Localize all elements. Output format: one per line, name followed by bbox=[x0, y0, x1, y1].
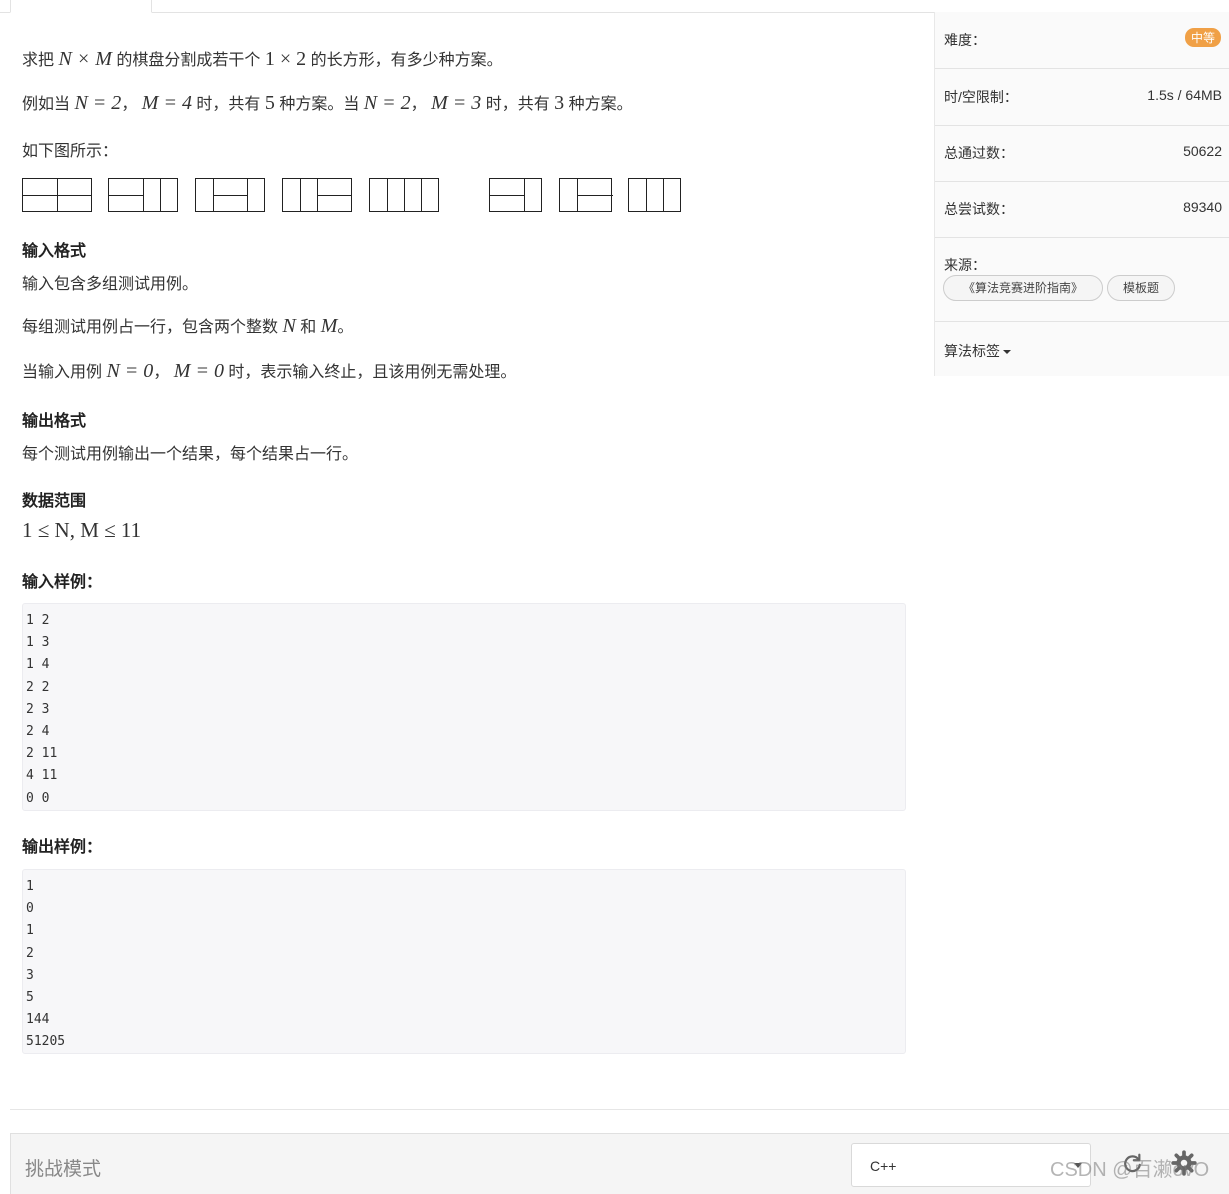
challenge-mode-toggle[interactable]: 挑战模式 bbox=[25, 1154, 101, 1181]
input-text: ， bbox=[153, 364, 170, 381]
math-inline: M = 4 bbox=[141, 92, 192, 114]
math-inline: N = 2 bbox=[363, 92, 411, 114]
figure-caption: 如下图所示： bbox=[22, 143, 119, 160]
input-text: 时，表示输入终止，且该用例无需处理。 bbox=[228, 364, 517, 381]
example-text: 种方案。当 bbox=[279, 96, 360, 113]
output-format-line: 每个测试用例输出一个结果，每个结果占一行。 bbox=[22, 446, 359, 463]
passed-label: 总通过数： bbox=[944, 145, 1014, 161]
math-inline: 5 bbox=[264, 92, 275, 114]
divider bbox=[10, 1109, 1229, 1110]
input-format-heading: 输入格式 bbox=[22, 243, 87, 260]
intro-text: 的长方形，有多少种方案。 bbox=[310, 52, 503, 69]
output-format-heading: 输出格式 bbox=[22, 413, 87, 430]
tried-row: 总尝试数： 89340 bbox=[935, 181, 1229, 238]
caret-down-icon bbox=[1003, 350, 1011, 355]
limit-value: 1.5s / 64MB bbox=[1147, 87, 1222, 103]
input-text: 。 bbox=[337, 319, 354, 336]
difficulty-badge: 中等 bbox=[1184, 28, 1221, 47]
source-tag[interactable]: 模板题 bbox=[1107, 275, 1175, 301]
intro-text: 的棋盘分割成若干个 bbox=[116, 52, 261, 69]
tiling-diagram bbox=[489, 178, 542, 212]
tiling-diagram bbox=[559, 178, 613, 212]
input-text: 每组测试用例占一行，包含两个整数 bbox=[22, 319, 279, 336]
passed-count: 50622 bbox=[1183, 143, 1222, 159]
math-inline: M = 3 bbox=[431, 92, 482, 114]
tab-strip bbox=[0, 0, 934, 13]
sample-input-block[interactable]: 1 2 1 3 1 4 2 2 2 3 2 4 2 11 4 11 0 0 bbox=[22, 603, 906, 811]
math-inline: N bbox=[282, 315, 296, 337]
code-line: 1 3 bbox=[26, 635, 50, 651]
example-text: ， bbox=[410, 96, 427, 113]
problem-info-sidebar: 难度： 中等 时/空限制： 1.5s / 64MB 总通过数： 50622 总尝… bbox=[934, 12, 1229, 376]
example-text: 例如当 bbox=[22, 96, 71, 113]
passed-row: 总通过数： 50622 bbox=[935, 125, 1229, 182]
algorithm-tags-toggle[interactable]: 算法标签 bbox=[944, 341, 1011, 361]
input-format-line: 当输入用例 N = 0， M = 0 时，表示输入终止，且该用例无需处理。 bbox=[22, 358, 516, 383]
tiling-diagram bbox=[628, 178, 681, 212]
math-n-times-m: N × M bbox=[58, 48, 112, 70]
problem-intro: 求把 N × M 的棋盘分割成若干个 1 × 2 的长方形，有多少种方案。 bbox=[22, 46, 503, 71]
code-line: 2 4 bbox=[26, 723, 50, 739]
difficulty-label: 难度： bbox=[944, 32, 986, 48]
tiling-diagram bbox=[22, 178, 92, 212]
code-line: 2 3 bbox=[26, 701, 50, 717]
code-line: 1 2 bbox=[26, 613, 50, 628]
tiling-diagram bbox=[108, 178, 178, 212]
limit-label: 时/空限制： bbox=[944, 89, 1018, 105]
code-line: 1 bbox=[26, 923, 34, 939]
code-line: 0 bbox=[26, 901, 34, 917]
example-text: 时，共有 bbox=[485, 96, 550, 113]
code-line: 5 bbox=[26, 989, 34, 1005]
language-value: C++ bbox=[870, 1158, 897, 1174]
code-line: 0 0 bbox=[26, 790, 50, 806]
code-line: 1 bbox=[26, 879, 34, 894]
tiling-diagram bbox=[282, 178, 352, 212]
input-format-line: 输入包含多组测试用例。 bbox=[22, 276, 199, 293]
difficulty-row: 难度： 中等 bbox=[935, 12, 1229, 69]
sample-output-block[interactable]: 1 0 1 2 3 5 144 51205 bbox=[22, 869, 906, 1054]
sample-output-heading: 输出样例： bbox=[22, 839, 103, 856]
input-format-line: 每组测试用例占一行，包含两个整数 N 和 M。 bbox=[22, 313, 353, 338]
limit-row: 时/空限制： 1.5s / 64MB bbox=[935, 69, 1229, 126]
example-text: ， bbox=[121, 96, 138, 113]
tab-description[interactable] bbox=[10, 0, 152, 13]
input-text: 和 bbox=[300, 319, 317, 336]
code-line: 51205 bbox=[26, 1034, 66, 1050]
problem-example: 例如当 N = 2， M = 4 时，共有 5 种方案。当 N = 2， M =… bbox=[22, 90, 633, 115]
math-inline: M = 0 bbox=[173, 360, 224, 382]
code-line: 1 4 bbox=[26, 657, 50, 673]
math-inline: 3 bbox=[554, 92, 565, 114]
source-tag[interactable]: 《算法竞赛进阶指南》 bbox=[943, 275, 1103, 301]
code-line: 3 bbox=[26, 967, 34, 983]
math-inline: M bbox=[320, 315, 338, 337]
sample-input-heading: 输入样例： bbox=[22, 574, 103, 591]
math-inline: N = 2 bbox=[74, 92, 122, 114]
code-line: 2 2 bbox=[26, 679, 50, 695]
code-line: 2 11 bbox=[26, 746, 58, 762]
math-inline: N = 0 bbox=[106, 360, 154, 382]
algorithm-tags-label: 算法标签 bbox=[944, 343, 1000, 359]
example-text: 种方案。 bbox=[568, 96, 633, 113]
example-text: 时，共有 bbox=[196, 96, 261, 113]
data-range-formula: 1 ≤ N, M ≤ 11 bbox=[22, 518, 142, 542]
code-line: 4 11 bbox=[26, 768, 58, 784]
intro-text: 求把 bbox=[22, 52, 55, 69]
input-text: 当输入用例 bbox=[22, 364, 103, 381]
code-line: 144 bbox=[26, 1012, 50, 1028]
tried-count: 89340 bbox=[1183, 199, 1222, 215]
source-label: 来源： bbox=[944, 257, 986, 273]
tiling-diagram bbox=[195, 178, 265, 212]
math-1-times-2: 1 × 2 bbox=[264, 48, 307, 70]
tiling-figure bbox=[22, 178, 722, 216]
tiling-diagram bbox=[369, 178, 439, 212]
tried-label: 总尝试数： bbox=[944, 201, 1014, 217]
csdn-watermark: CSDN @百濑ovO bbox=[1050, 1159, 1210, 1181]
data-range-heading: 数据范围 bbox=[22, 493, 87, 510]
code-line: 2 bbox=[26, 945, 34, 961]
